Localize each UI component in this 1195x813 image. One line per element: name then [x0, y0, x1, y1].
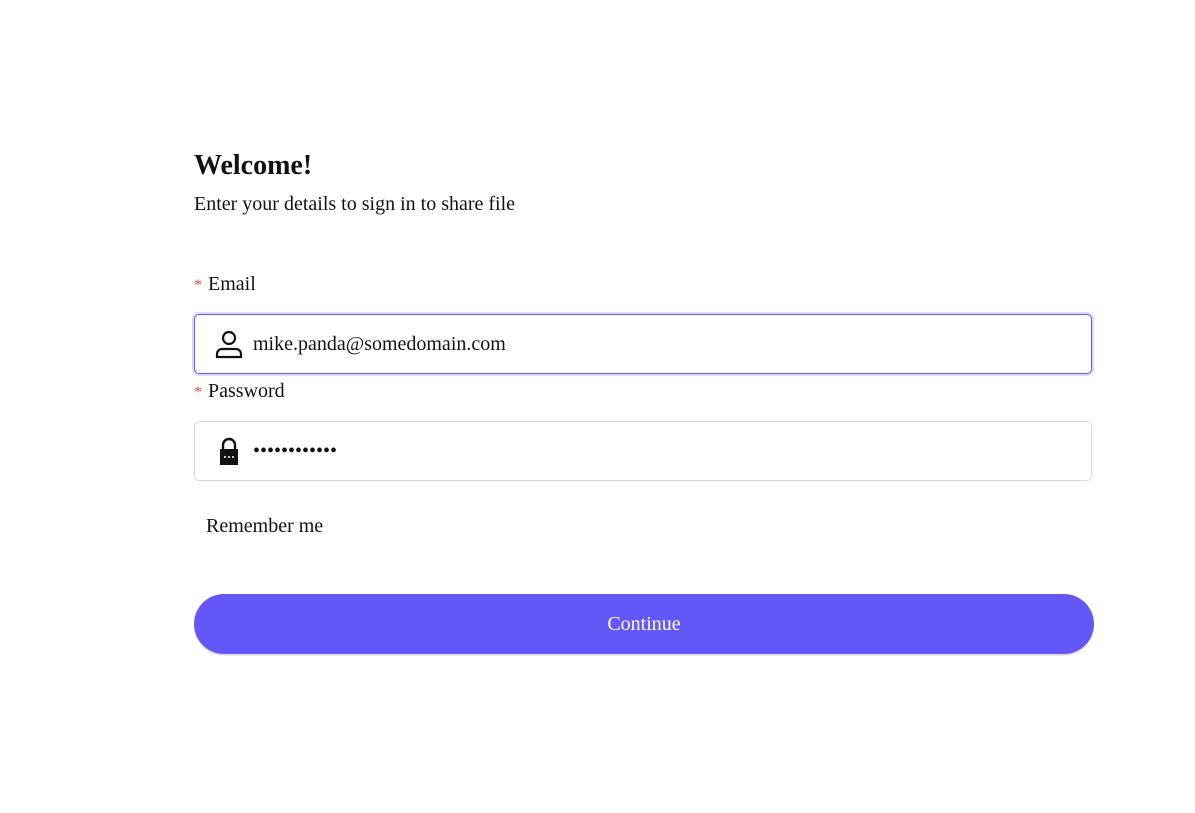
password-label-text: Password — [208, 380, 285, 402]
continue-button[interactable]: Continue — [194, 594, 1094, 654]
page-title: Welcome! — [194, 150, 313, 181]
email-label: * Email — [194, 273, 256, 296]
required-mark: * — [194, 384, 202, 401]
password-field[interactable]: •••••••••••• — [194, 421, 1092, 481]
required-mark: * — [194, 277, 202, 294]
page-subtitle: Enter your details to sign in to share f… — [194, 193, 516, 215]
user-icon — [213, 328, 245, 360]
email-label-text: Email — [208, 273, 256, 295]
lock-icon — [213, 435, 245, 467]
remember-me-checkbox[interactable]: Remember me — [206, 515, 323, 538]
password-value: •••••••••••• — [253, 439, 338, 462]
email-field[interactable]: mike.panda@somedomain.com — [194, 314, 1092, 374]
password-label: * Password — [194, 380, 285, 403]
email-value: mike.panda@somedomain.com — [253, 332, 506, 355]
